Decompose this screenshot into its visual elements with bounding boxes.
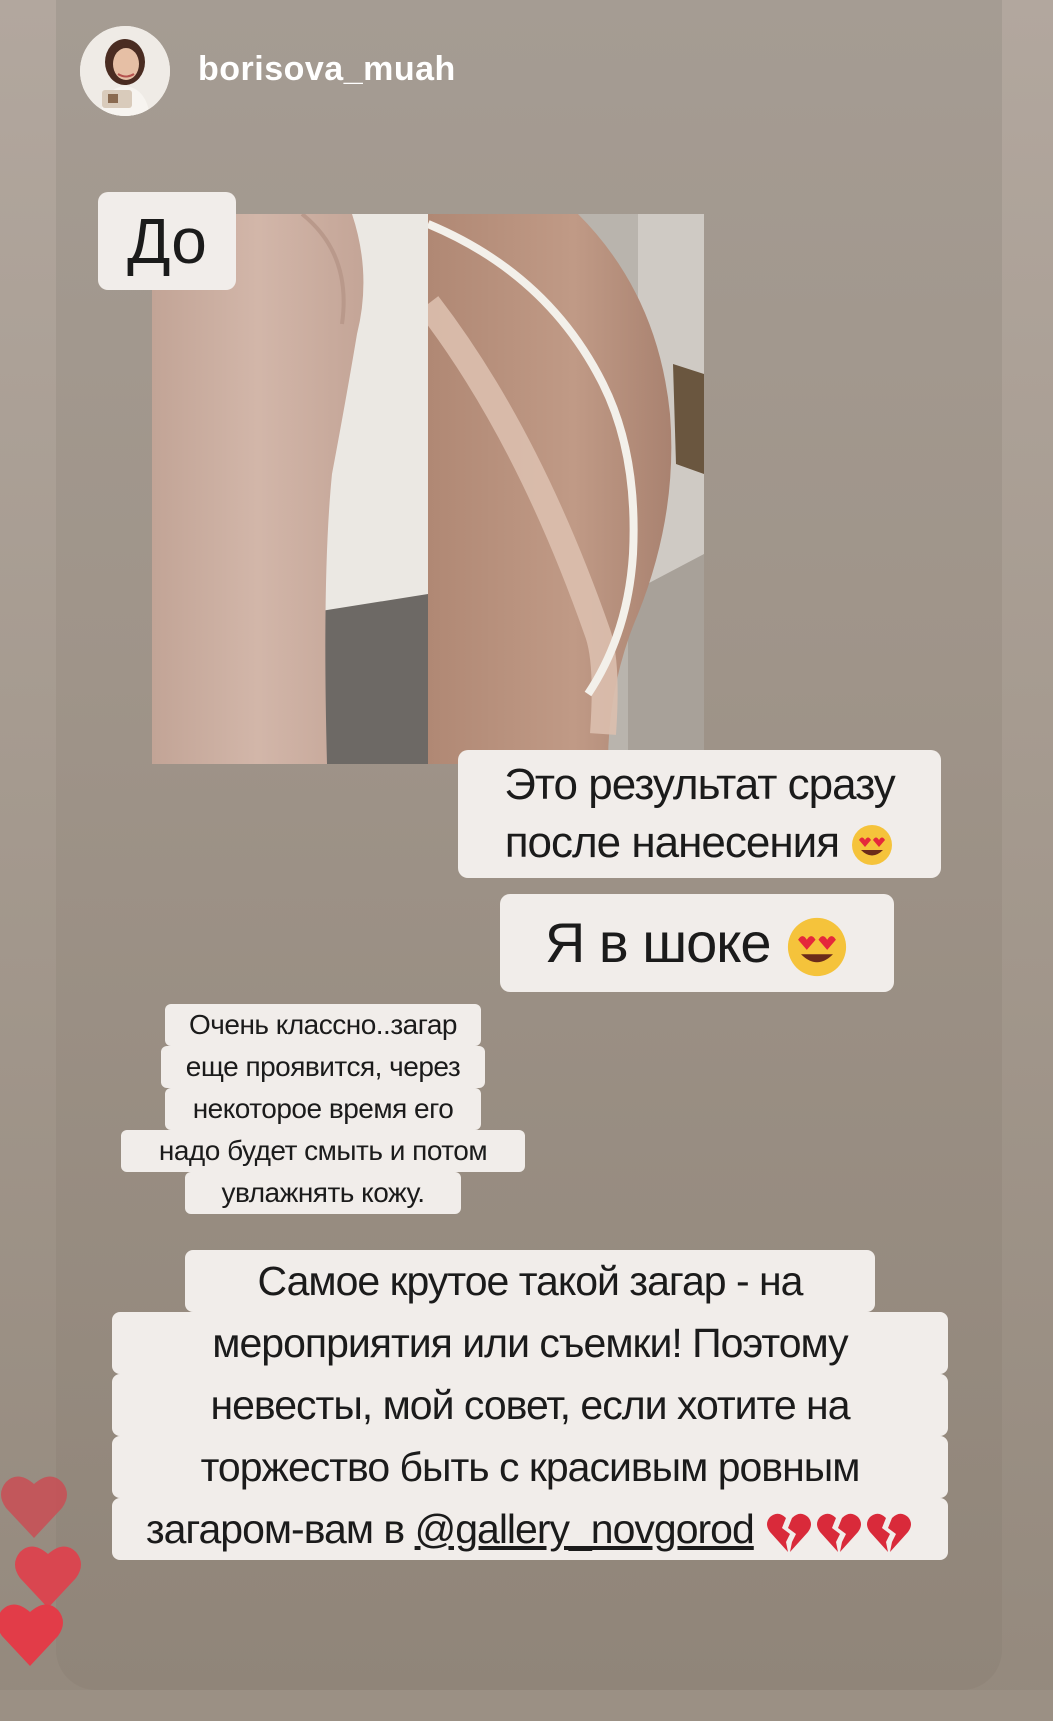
- advice-line-4: торжество быть с красивым ровным: [112, 1436, 948, 1498]
- smiling-face-heart-eyes-icon: [852, 825, 893, 866]
- username[interactable]: borisova_muah: [198, 50, 456, 89]
- heart-icon: [0, 1604, 63, 1666]
- note-line-1: Очень классно..загар: [165, 1004, 481, 1046]
- story-viewer: borisova_muah До Это результат сразу пос…: [0, 0, 1053, 1721]
- avatar[interactable]: [80, 26, 170, 116]
- advice-line-3: невесты, мой совет, если хотите на: [112, 1374, 948, 1436]
- story-bottom-bar: [0, 1690, 1053, 1721]
- before-after-photo: [152, 214, 704, 764]
- result-caption: Это результат сразу после нанесения: [458, 750, 941, 878]
- result-caption-line-1: Это результат сразу: [504, 760, 896, 809]
- after-photo: [428, 214, 704, 764]
- note-line-3: некоторое время его: [165, 1088, 481, 1130]
- broken-heart-icon: [767, 1513, 912, 1553]
- note-line-5: увлажнять кожу.: [185, 1172, 461, 1214]
- advice-line-5: загаром-вам в @gallery_novgorod: [112, 1498, 948, 1560]
- result-caption-line-2-text: после нанесения: [504, 818, 840, 867]
- avatar-photo-icon: [80, 26, 170, 116]
- shock-caption-text: Я в шоке: [544, 911, 772, 974]
- before-label: До: [98, 192, 236, 290]
- heart-icon: [1, 1476, 67, 1538]
- shock-caption: Я в шоке: [500, 894, 894, 992]
- before-photo: [152, 214, 428, 764]
- note-line-2: еще проявится, через: [161, 1046, 485, 1088]
- note-caption: Очень классно..загар еще проявится, чере…: [120, 1004, 526, 1214]
- smiling-face-heart-eyes-icon: [788, 918, 847, 977]
- note-line-4: надо будет смыть и потом: [121, 1130, 525, 1172]
- result-caption-line-2: после нанесения: [458, 814, 941, 872]
- advice-line-1: Самое крутое такой загар - на: [185, 1250, 875, 1312]
- advice-line-2: мероприятия или съемки! Поэтому: [112, 1312, 948, 1374]
- heart-icon: [15, 1546, 81, 1608]
- advice-line-5-text: загаром-вам в: [145, 1506, 415, 1552]
- advice-caption: Самое крутое такой загар - на мероприяти…: [112, 1250, 948, 1560]
- reaction-hearts: [0, 1476, 81, 1666]
- mention-link[interactable]: @gallery_novgorod: [415, 1506, 755, 1552]
